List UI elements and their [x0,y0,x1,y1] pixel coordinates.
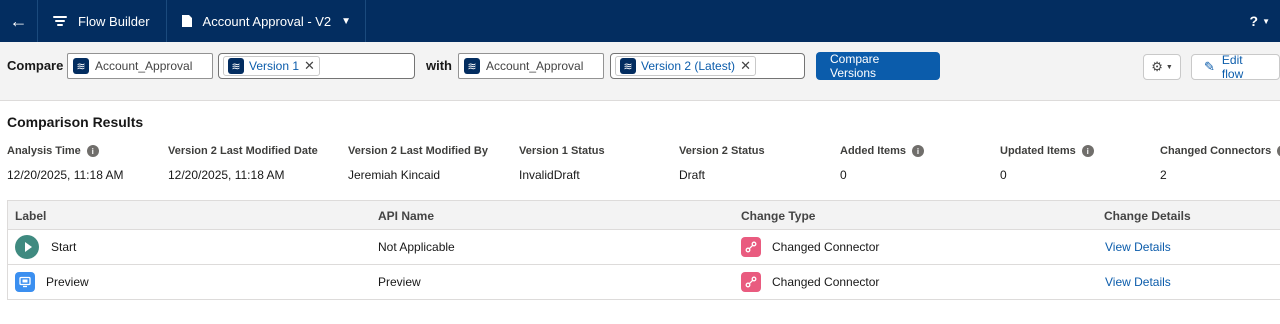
meta-header-changed-connectors: Changed Connectors i [1160,145,1280,157]
info-icon[interactable]: i [86,145,99,157]
screen-icon [15,272,35,292]
meta-header-label: Version 2 Status [679,145,765,157]
column-header-change-type[interactable]: Change Type [741,209,815,223]
table-header: Label API Name Change Type Change Detail… [8,201,1280,230]
remove-version-left-icon[interactable]: ✕ [304,58,315,74]
meta-value-added-items: 0 [840,168,847,182]
column-header-api-name[interactable]: API Name [378,209,434,223]
compare-label: Compare [7,58,64,73]
edit-flow-label: Edit flow [1221,53,1244,81]
row-api-name: Preview [378,275,421,289]
flow-select-right[interactable]: ≋ Account_Approval [458,53,604,79]
meta-value-analysis-time: 12/20/2025, 11:18 AM [7,168,124,182]
meta-header-label: Added Items [840,145,907,157]
meta-header-label: Version 2 Last Modified By [348,145,488,157]
meta-value-changed-connectors: 2 [1160,168,1167,182]
flow-icon: ≋ [73,58,89,74]
meta-value-v2-status: Draft [679,168,706,182]
version-select-right[interactable]: ≋ Version 2 (Latest) ✕ [610,53,805,79]
remove-version-right-icon[interactable]: ✕ [740,58,751,74]
view-details-link[interactable]: View Details [1105,240,1171,254]
settings-menu-button[interactable]: ⚙ ▼ [1143,54,1181,80]
flow-select-left[interactable]: ≋ Account_Approval [67,53,213,79]
meta-value-v2-modified-by: Jeremiah Kincaid [348,168,441,182]
document-icon [181,15,192,27]
comparison-table: Label API Name Change Type Change Detail… [7,200,1280,300]
meta-header-v1-status: Version 1 Status [519,145,605,157]
app-name-segment: Flow Builder [38,0,167,42]
version-pill-left: ≋ Version 1 ✕ [223,56,320,76]
compare-versions-button[interactable]: Compare Versions [816,52,940,80]
flow-icon: ≋ [620,58,636,74]
meta-header-updated-items: Updated Items i [1000,145,1094,157]
tab-title: Account Approval - V2 [202,13,332,29]
back-button[interactable]: ← [0,0,38,42]
flow-logo-icon [53,16,67,26]
meta-header-label: Updated Items [1000,145,1076,157]
gear-icon: ⚙ [1151,59,1163,74]
column-header-change-details[interactable]: Change Details [1104,209,1191,223]
help-icon: ? [1249,13,1259,29]
meta-value-updated-items: 0 [1000,168,1007,182]
table-row: Start Not Applicable Changed Connector V… [8,230,1280,265]
comparison-results-title: Comparison Results [7,114,144,130]
flow-name-right: Account_Approval [486,59,584,73]
version-pill-right: ≋ Version 2 (Latest) ✕ [615,56,756,76]
help-menu[interactable]: ? ▼ [1250,0,1270,42]
row-label: Preview [46,275,89,289]
meta-header-v2-modified-by: Version 2 Last Modified By [348,145,488,157]
meta-header-added-items: Added Items i [840,145,925,157]
meta-header-v2-status: Version 2 Status [679,145,765,157]
connector-icon [741,272,761,292]
meta-header-v2-modified-date: Version 2 Last Modified Date [168,145,318,157]
meta-header-analysis-time: Analysis Time i [7,145,99,157]
meta-header-label: Analysis Time [7,145,81,157]
top-nav-bar: ← Flow Builder Account Approval - V2 ▼ ?… [0,0,1280,42]
version-select-left[interactable]: ≋ Version 1 ✕ [218,53,415,79]
column-header-label[interactable]: Label [15,209,46,223]
meta-header-label: Changed Connectors [1160,145,1272,157]
row-change-type: Changed Connector [772,275,880,289]
chevron-down-icon: ▼ [1165,63,1173,71]
version-right-label: Version 2 (Latest) [641,59,736,73]
edit-flow-button[interactable]: ✎ Edit flow [1191,53,1280,81]
row-change-type: Changed Connector [772,240,880,254]
table-row: Preview Preview Changed Connector View D… [8,265,1280,299]
pencil-icon: ✎ [1204,59,1215,74]
row-label: Start [51,240,77,254]
version-left-label: Version 1 [249,59,300,73]
info-icon[interactable]: i [1081,145,1094,157]
app-name: Flow Builder [78,13,150,29]
flow-name-left: Account_Approval [95,59,193,73]
start-icon [15,235,39,259]
chevron-down-icon[interactable]: ▼ [341,16,351,27]
info-icon[interactable]: i [912,145,925,157]
meta-value-v1-status: InvalidDraft [519,168,580,182]
arrow-left-icon: ← [9,10,28,31]
meta-value-v2-modified-date: 12/20/2025, 11:18 AM [168,168,285,182]
meta-header-label: Version 2 Last Modified Date [168,145,318,157]
row-api-name: Not Applicable [378,240,455,254]
with-label: with [426,58,452,73]
chevron-down-icon: ▼ [1262,16,1270,26]
flow-icon: ≋ [464,58,480,74]
connector-icon [741,237,761,257]
flow-icon: ≋ [228,58,244,74]
flow-tab[interactable]: Account Approval - V2 ▼ [167,0,367,42]
meta-header-label: Version 1 Status [519,145,605,157]
view-details-link[interactable]: View Details [1105,275,1171,289]
